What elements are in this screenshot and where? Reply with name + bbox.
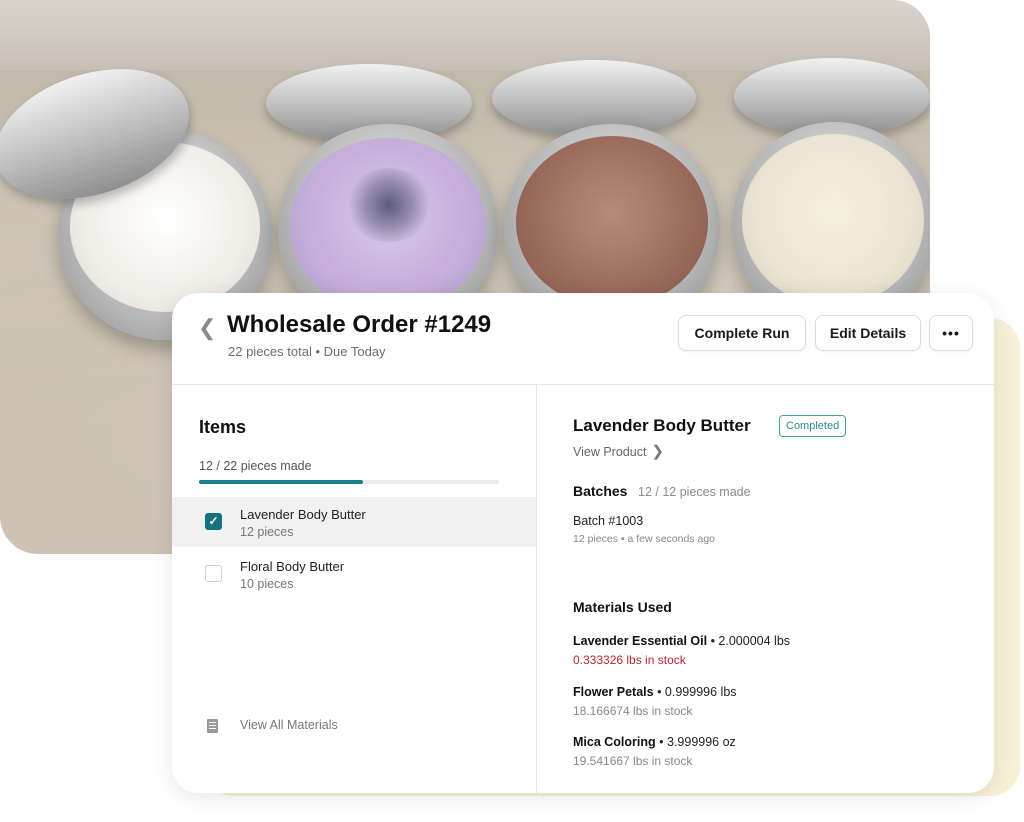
- items-heading: Items: [199, 417, 247, 437]
- edit-details-button[interactable]: Edit Details: [815, 315, 921, 351]
- material-name: Lavender Essential Oil: [573, 634, 708, 648]
- view-product-link[interactable]: View Product ❯: [573, 442, 664, 460]
- view-product-label: View Product: [573, 445, 647, 459]
- materials-heading: Materials Used: [573, 599, 672, 615]
- view-all-materials-label: View All Materials: [240, 718, 338, 732]
- items-progress-fill: [199, 480, 363, 484]
- items-column: Items 12 / 22 pieces made ✓ Lavender Bod…: [172, 385, 537, 793]
- material-stock: 18.166674 lbs in stock: [573, 704, 693, 718]
- complete-run-button[interactable]: Complete Run: [678, 315, 806, 351]
- more-options-button[interactable]: •••: [929, 315, 973, 351]
- items-progress-bar: [199, 480, 499, 484]
- batches-heading: Batches: [573, 483, 628, 499]
- product-title: Lavender Body Butter: [573, 416, 751, 435]
- items-progress-text: 12 / 22 pieces made: [199, 459, 312, 473]
- material-amount: • 3.999996 oz: [659, 735, 736, 749]
- item-name: Floral Body Butter: [240, 559, 345, 574]
- batches-progress: 12 / 12 pieces made: [638, 485, 751, 499]
- batch-meta: 12 pieces • a few seconds ago: [573, 533, 716, 545]
- material-name: Mica Coloring: [573, 735, 656, 749]
- order-header: ❮ Wholesale Order #1249 22 pieces total …: [172, 293, 994, 385]
- order-panel: ❮ Wholesale Order #1249 22 pieces total …: [172, 293, 994, 793]
- item-count: 10 pieces: [240, 577, 294, 591]
- checkbox[interactable]: [205, 565, 222, 582]
- chevron-right-icon: ❯: [651, 443, 664, 460]
- list-item-lavender-body-butter[interactable]: ✓ Lavender Body Butter 12 pieces: [172, 497, 536, 547]
- item-name: Lavender Body Butter: [240, 507, 366, 522]
- material-stock: 0.333326 lbs in stock: [573, 653, 686, 667]
- material-stock: 19.541667 lbs in stock: [573, 754, 693, 768]
- document-icon: [207, 719, 218, 733]
- material-item: Lavender Essential Oil • 2.000004 lbs 0.…: [573, 634, 790, 667]
- page-title: Wholesale Order #1249: [227, 311, 492, 338]
- material-item: Mica Coloring • 3.999996 oz 19.541667 lb…: [573, 735, 736, 768]
- list-item-floral-body-butter[interactable]: Floral Body Butter 10 pieces: [172, 549, 536, 599]
- chevron-left-icon[interactable]: ❮: [198, 315, 216, 341]
- status-badge: Completed: [779, 415, 847, 437]
- order-subtitle: 22 pieces total • Due Today: [228, 344, 386, 359]
- item-count: 12 pieces: [240, 525, 294, 539]
- check-icon[interactable]: ✓: [205, 513, 222, 530]
- detail-column: Lavender Body Butter Completed View Prod…: [537, 385, 994, 793]
- material-name: Flower Petals: [573, 685, 654, 699]
- material-amount: • 0.999996 lbs: [657, 685, 737, 699]
- material-item: Flower Petals • 0.999996 lbs 18.166674 l…: [573, 685, 737, 718]
- batch-name[interactable]: Batch #1003: [573, 514, 643, 528]
- material-amount: • 2.000004 lbs: [710, 634, 791, 648]
